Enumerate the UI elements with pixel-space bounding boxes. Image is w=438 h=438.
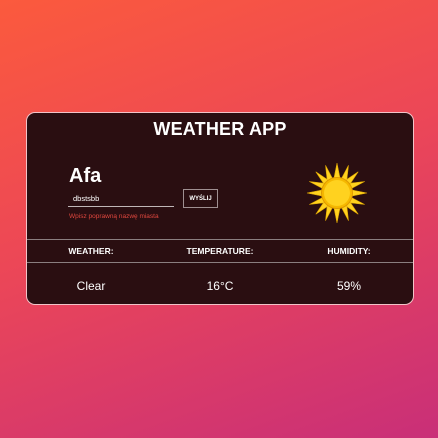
weather-card: WEATHER APP Afa WYŚLIJ Wpisz poprawną na… (26, 112, 414, 305)
city-input[interactable] (68, 191, 174, 207)
error-message: Wpisz poprawną nazwę miasta (69, 213, 159, 220)
temperature-value: 16°C (206, 279, 234, 293)
city-name: Afa (69, 165, 102, 187)
sun-icon (306, 162, 368, 224)
send-button[interactable]: WYŚLIJ (183, 189, 218, 208)
humidity-value: 59% (336, 279, 362, 293)
weather-header: WEATHER: (68, 246, 114, 256)
humidity-header: HUMIDITY: (327, 246, 371, 256)
app-title: WEATHER APP (153, 119, 287, 139)
temperature-header: TEMPERATURE: (186, 246, 254, 256)
weather-value: Clear (76, 279, 106, 293)
table-header-divider (27, 262, 413, 263)
table-top-divider (27, 239, 413, 240)
